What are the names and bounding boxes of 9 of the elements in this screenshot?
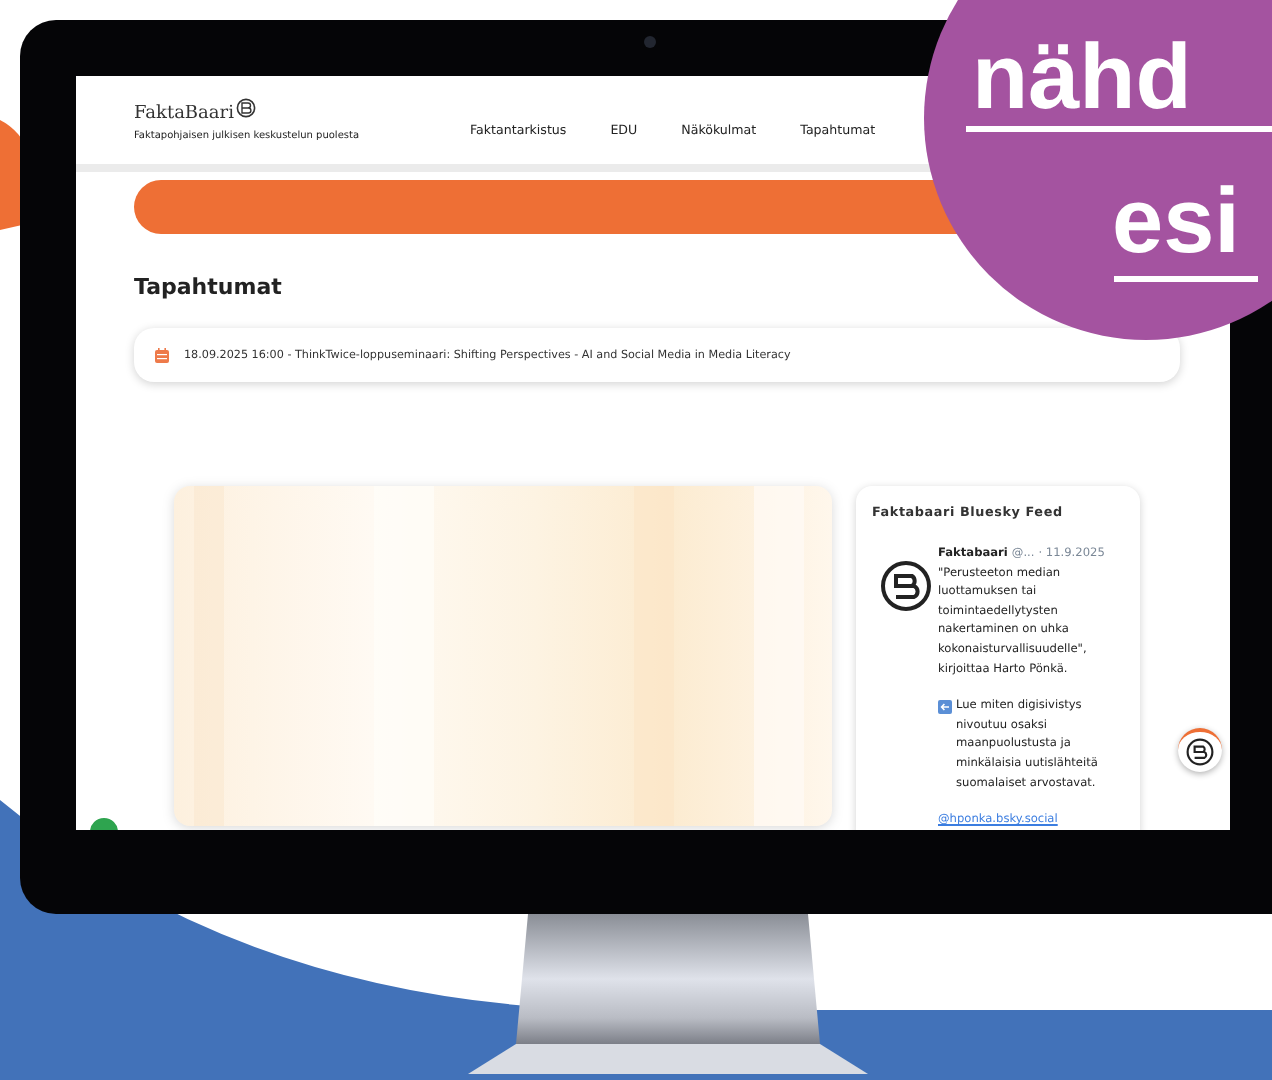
site-logo[interactable]: FaktaBaari	[134, 104, 234, 124]
calendar-icon	[154, 347, 170, 363]
arrow-icon	[938, 700, 952, 715]
promo-text: esi	[1112, 172, 1240, 268]
camera-icon	[644, 36, 656, 48]
section-heading: Tapahtumat	[134, 274, 284, 300]
promo-text: nähd	[972, 28, 1192, 124]
b-logo-icon	[880, 560, 932, 612]
b-logo-icon	[235, 98, 256, 118]
